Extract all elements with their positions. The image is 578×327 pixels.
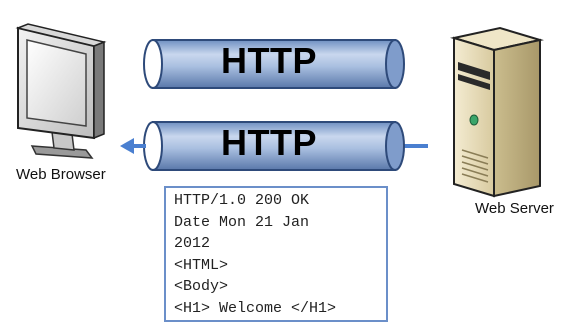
- response-line: HTTP/1.0 200 OK: [174, 192, 310, 209]
- response-line: Date Mon 21 Jan: [174, 213, 310, 231]
- response-line: <HTML>: [174, 256, 229, 274]
- monitor-icon: [15, 23, 107, 159]
- web-server-label: Web Server: [475, 200, 554, 217]
- response-pipe-label: HTTP: [221, 122, 317, 163]
- http-response-box: HTTP/1.0 200 OK Date Mon 21 Jan 2012 <HT…: [164, 186, 388, 322]
- web-browser-label: Web Browser: [16, 166, 106, 183]
- request-pipe-label: HTTP: [221, 40, 317, 81]
- server-tower-icon: [450, 26, 544, 198]
- response-line: <Body>: [174, 278, 229, 295]
- response-line: <H1> Welcome </H1>: [174, 299, 337, 317]
- response-arrow: [120, 138, 146, 154]
- response-line: 2012: [174, 235, 211, 252]
